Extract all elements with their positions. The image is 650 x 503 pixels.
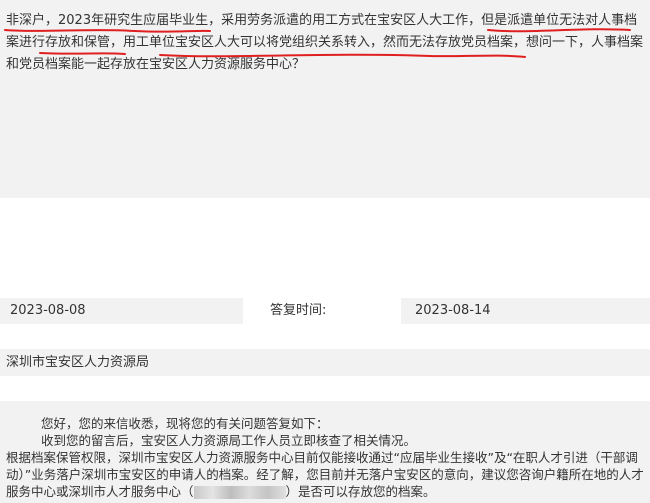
redacted-block bbox=[193, 486, 286, 499]
reply-date: 2023-08-14 bbox=[401, 298, 650, 324]
answer-body: 根据档案保管权限，深圳市宝安区人力资源服务中心目前仅能接收通过“应届毕业生接收”… bbox=[6, 449, 644, 500]
question-text: 非深户，2023年研究生应届毕业生，采用劳务派遣的用工方式在宝安区人大工作，但是… bbox=[6, 13, 644, 72]
reply-department: 深圳市宝安区人力资源局 bbox=[0, 349, 650, 376]
question-panel: 非深户，2023年研究生应届毕业生，采用劳务派遣的用工方式在宝安区人大工作，但是… bbox=[0, 0, 650, 198]
answer-verification: 收到您的留言后，宝安区人力资源局工作人员立即核查了相关情况。 bbox=[41, 433, 417, 448]
answer-greeting: 您好，您的来信收悉，现将您的有关问题答复如下： bbox=[41, 416, 329, 431]
reply-time-label: 答复时间: bbox=[270, 303, 327, 318]
submit-date: 2023-08-08 bbox=[0, 298, 243, 324]
answer-panel: 您好，您的来信收悉，现将您的有关问题答复如下： 收到您的留言后，宝安区人力资源局… bbox=[0, 401, 650, 503]
answer-body-part2: ）是否可以存放您的档案。 bbox=[285, 484, 436, 499]
